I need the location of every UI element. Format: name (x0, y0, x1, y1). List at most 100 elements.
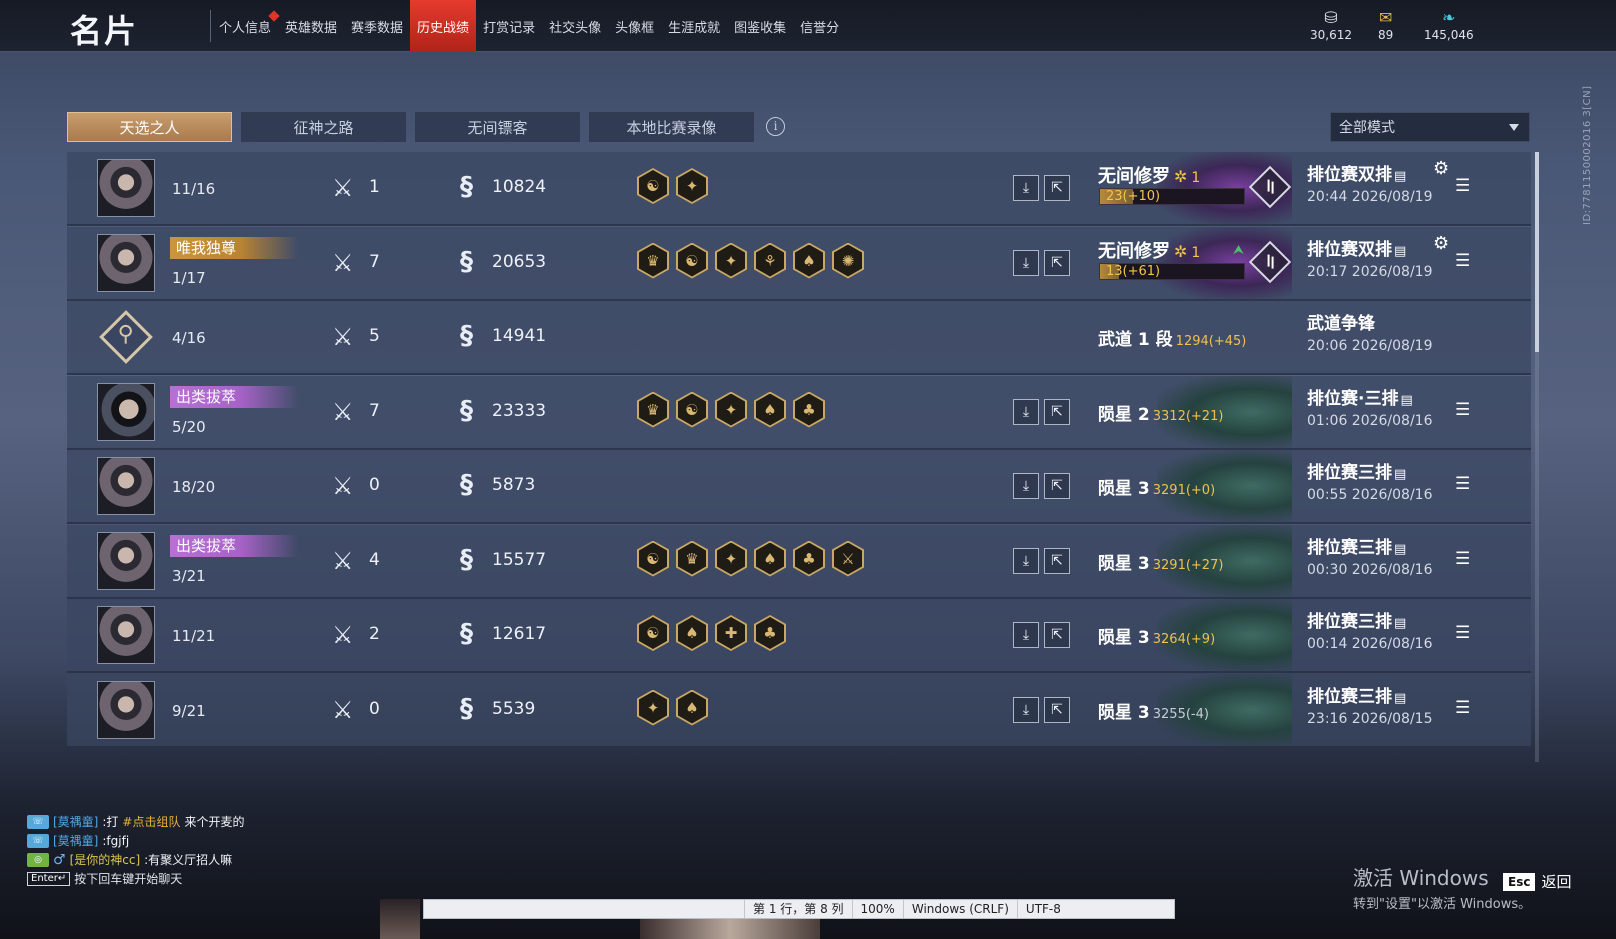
nav-tab[interactable]: 头像框 (608, 0, 661, 52)
details-menu-icon[interactable]: ☰ (1455, 251, 1470, 271)
match-row[interactable]: 11/21 ⚔ 2 § 12617 ☯ ♠ ✚ ♣ ⤓ ⇱ 陨星 3 3264(+9) 排位赛三排 ▤ 00:… (67, 599, 1531, 673)
details-menu-icon[interactable]: ☰ (1455, 400, 1470, 420)
download-button[interactable]: ⤓ (1013, 398, 1039, 425)
medal-list: ♛ ☯ ✦ ⚘ ♠ ✺ (637, 242, 864, 279)
info-icon[interactable]: i (766, 117, 785, 136)
damage-value: 12617 (492, 624, 547, 644)
match-type: 排位赛三排 ▤ (1307, 607, 1406, 632)
download-button[interactable]: ⤓ (1013, 249, 1039, 276)
chat-sender[interactable]: [莫禑童] (53, 813, 98, 830)
match-row[interactable]: 9/21 ⚔ 0 § 5539 ✦ ♠ ⤓ ⇱ 陨星 3 3255(-4) 排位赛三排 ▤ 23:16 2… (67, 673, 1531, 748)
enter-key-icon: Enter↵ (27, 871, 71, 886)
ticket-icon: ✉ (1378, 8, 1393, 27)
mode-dropdown[interactable]: 全部模式 (1330, 112, 1530, 142)
share-button[interactable]: ⇱ (1044, 696, 1070, 723)
share-button[interactable]: ⇱ (1044, 622, 1070, 648)
share-button[interactable]: ⇱ (1044, 398, 1070, 425)
rank-name: 陨星 3 3264(+9) (1098, 623, 1215, 648)
details-menu-icon[interactable]: ☰ (1455, 623, 1470, 643)
medal-icon: ☯ (637, 615, 669, 651)
damage-icon: § (460, 693, 473, 724)
status-zoom: 100% (851, 900, 903, 918)
nav-tab[interactable]: 英雄数据 (278, 0, 344, 52)
page-title: 名片 (70, 12, 139, 50)
match-row[interactable]: 出类拔萃 3/21 ⚔ 4 § 15577 ☯ ♛ ✦ ♠ ♣ ⚔ ⤓ ⇱ 陨星 3 3291(+27) 排位赛… (67, 524, 1531, 599)
match-time: 23:16 2026/08/15 (1307, 710, 1433, 727)
tab-3[interactable]: 本地比赛录像 (589, 112, 754, 142)
mode-level: 1 (1191, 244, 1201, 261)
match-type: 排位赛双排 ▤ (1307, 160, 1406, 185)
currency-gems: ❧ 145,046 (1424, 8, 1474, 42)
team-gear-icon[interactable]: ⚙ (1433, 233, 1449, 254)
download-button[interactable]: ⤓ (1013, 473, 1039, 499)
match-time: 00:14 2026/08/16 (1307, 636, 1433, 652)
download-button[interactable]: ⤓ (1013, 175, 1039, 201)
chat-input-hint[interactable]: Enter↵ 按下回车键开始聊天 (27, 869, 245, 888)
chat-line: ◎ ♂ [是你的神cc]:有聚义厅招人嘛 (27, 850, 245, 869)
chat-hint-text: 按下回车键开始聊天 (74, 872, 183, 886)
details-menu-icon[interactable]: ☰ (1455, 176, 1470, 196)
match-row[interactable]: 11/16 ⚔ 1 § 10824 ☯ ✦ ⤓ ⇱ 无间修罗 ✲ 1 23(+10) 排位赛双排 ▤ 20:4… (67, 152, 1531, 226)
hero-avatar (97, 606, 155, 664)
share-button[interactable]: ⇱ (1044, 249, 1070, 276)
details-menu-icon[interactable]: ☰ (1455, 549, 1470, 569)
placement: 3/21 (172, 566, 206, 585)
details-menu-icon[interactable]: ☰ (1455, 474, 1470, 494)
chat-link[interactable]: #点击组队 (122, 813, 180, 830)
rank-name: 陨星 3 3291(+27) (1098, 549, 1223, 574)
nav-tab[interactable]: 社交头像 (542, 0, 608, 52)
tab-1[interactable]: 征神之路 (241, 112, 406, 142)
mode-name: 无间修罗 ✲ 1 (1098, 237, 1200, 263)
match-time: 01:06 2026/08/16 (1307, 412, 1433, 429)
currency-value: 89 (1378, 28, 1394, 42)
share-button[interactable]: ⇱ (1044, 473, 1070, 499)
placement: 9/21 (172, 701, 206, 720)
esc-back-button[interactable]: Esc 返回 (1503, 871, 1571, 892)
nav-tab[interactable]: 打赏记录 (476, 0, 542, 52)
details-menu-icon[interactable]: ☰ (1455, 698, 1470, 718)
team-gear-icon[interactable]: ⚙ (1433, 158, 1449, 179)
medal-glyph: ♣ (795, 393, 823, 426)
match-row[interactable]: 4/16 ⚔ 5 § 14941 武道 1 段1294(+45) 武道争锋 20:06 202… (67, 301, 1531, 375)
medal-glyph: ♣ (795, 542, 823, 575)
document-icon: ▤ (1394, 690, 1407, 706)
nav-tab[interactable]: 历史战绩 (410, 0, 477, 52)
rank-name-text: 陨星 3 (1098, 479, 1150, 499)
tab-0[interactable]: 天选之人 (67, 112, 232, 142)
nav-tab[interactable]: 图鉴收集 (727, 0, 793, 52)
match-type: 武道争锋 (1307, 309, 1375, 334)
currency-coins: ⛁ 30,612 (1310, 8, 1352, 42)
nav-tab-label: 历史战绩 (417, 20, 470, 36)
nav-tab[interactable]: 信誉分 (793, 0, 846, 52)
nav-tab-label: 赛季数据 (351, 20, 404, 36)
medal-icon: ☯ (637, 168, 669, 204)
chat-sender[interactable]: [莫禑童] (53, 832, 98, 849)
medal-icon: ✦ (637, 689, 669, 726)
medal-glyph: ♠ (756, 542, 784, 575)
coin-stack-icon: ⛁ (1324, 8, 1338, 27)
medal-glyph: ♠ (795, 244, 823, 277)
share-button[interactable]: ⇱ (1044, 175, 1070, 201)
match-row[interactable]: 唯我独尊 1/17 ⚔ 7 § 20653 ♛ ☯ ✦ ⚘ ♠ ✺ ⤓ ⇱ 无间修罗 ✲ 1 13(+61) ⮝ 排位… (67, 226, 1531, 301)
match-type-text: 排位赛·三排 (1307, 388, 1399, 409)
nav-tab[interactable]: 生涯成就 (661, 0, 727, 52)
chat-sender[interactable]: [是你的神cc] (70, 851, 141, 868)
top-bar: 名片 个人信息 英雄数据 赛季数据 历史战绩 打赏记录 社交头像 头像框 生涯成就 图鉴收集 信誉… (0, 0, 1616, 52)
rank-progress-bar: 13(+61) (1099, 262, 1245, 280)
emblem-diamond (99, 310, 153, 364)
match-row[interactable]: 出类拔萃 5/20 ⚔ 7 § 23333 ♛ ☯ ✦ ♠ ♣ ⤓ ⇱ 陨星 2 3312(+21) 排位赛·… (67, 375, 1531, 450)
share-button[interactable]: ⇱ (1044, 547, 1070, 574)
medal-list: ☯ ✦ (637, 168, 708, 204)
medal-glyph: ✦ (717, 244, 745, 277)
download-button[interactable]: ⤓ (1013, 622, 1039, 648)
chat-message: :fgjfj (102, 833, 130, 848)
nav-tab[interactable]: 赛季数据 (344, 0, 410, 52)
download-button[interactable]: ⤓ (1013, 547, 1039, 574)
tab-2[interactable]: 无间镖客 (415, 112, 580, 142)
medal-list: ♛ ☯ ✦ ♠ ♣ (637, 391, 825, 428)
scrollbar-thumb[interactable] (1535, 152, 1539, 352)
download-button[interactable]: ⤓ (1013, 696, 1039, 723)
match-row[interactable]: 18/20 ⚔ 0 § 5873 ⤓ ⇱ 陨星 3 3291(+0) 排位赛三排 ▤ 00:55 20… (67, 450, 1531, 524)
title-badge: 出类拔萃 (170, 385, 298, 408)
nav-tab[interactable]: 个人信息 (212, 0, 280, 52)
